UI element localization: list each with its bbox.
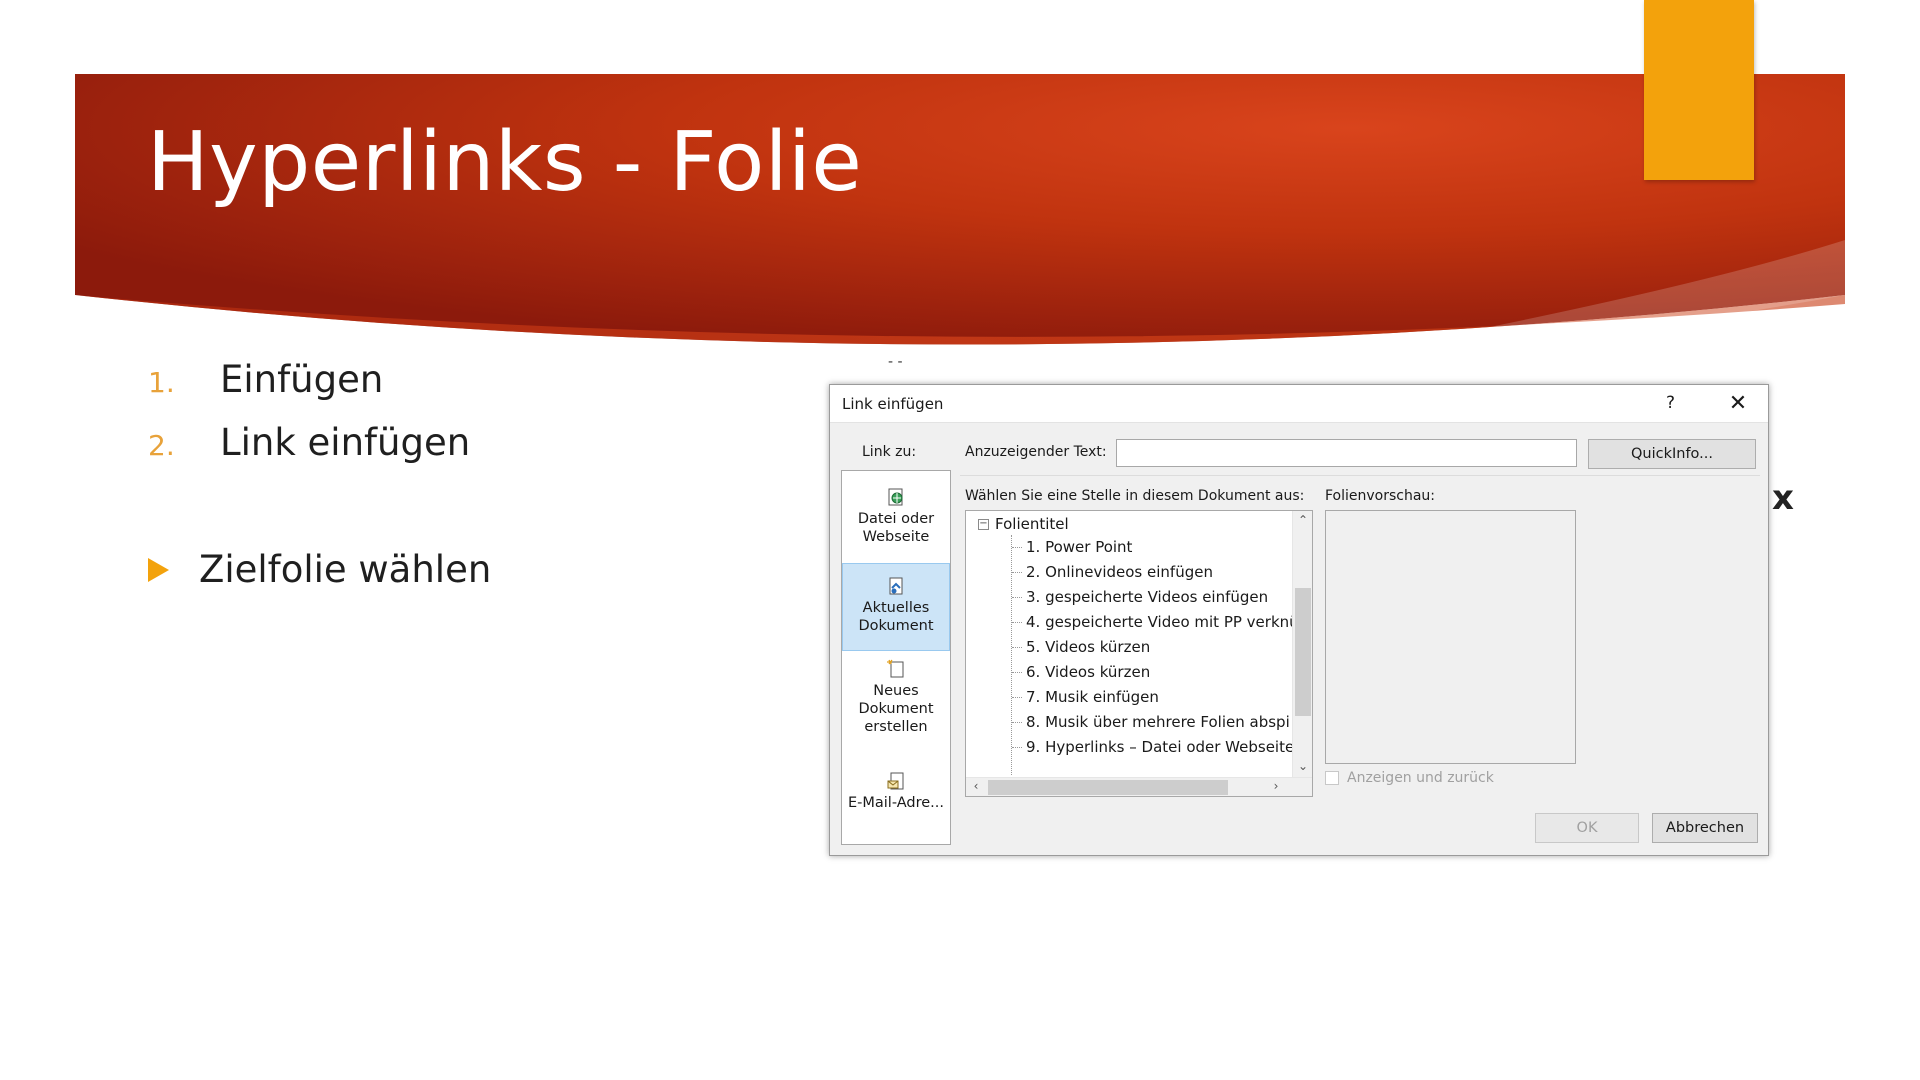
ok-button[interactable]: OK xyxy=(1535,813,1639,843)
current-document-icon xyxy=(889,577,903,595)
tree-item[interactable]: 3. gespeicherte Videos einfügen xyxy=(1012,588,1268,606)
screenshot-edge-mark: x xyxy=(1772,478,1794,518)
link-to-panel: Datei oder Webseite Aktuelles Dokument N… xyxy=(841,470,951,845)
bullet-item: Zielfolie wählen xyxy=(148,548,491,591)
slide-preview-label: Folienvorschau: xyxy=(1325,488,1436,504)
document-place-tree[interactable]: − Folientitel 1. Power Point 2. Onlinevi… xyxy=(965,510,1313,797)
tree-item[interactable]: 2. Onlinevideos einfügen xyxy=(1012,563,1213,581)
close-button[interactable]: ✕ xyxy=(1720,387,1756,421)
quickinfo-button[interactable]: QuickInfo... xyxy=(1588,439,1756,469)
file-web-icon xyxy=(888,488,903,506)
tree-item[interactable]: 9. Hyperlinks – Datei oder Webseite xyxy=(1012,738,1294,756)
tree-root[interactable]: − Folientitel xyxy=(978,515,1069,533)
help-button[interactable]: ? xyxy=(1666,393,1675,413)
horizontal-scrollbar[interactable]: ‹ › xyxy=(966,777,1312,796)
list-item: 2. Link einfügen xyxy=(148,421,470,464)
dialog-titlebar: Link einfügen ? ✕ xyxy=(830,385,1768,423)
scroll-left-icon[interactable]: ‹ xyxy=(966,779,986,793)
screenshot-edge-mark: - - xyxy=(888,354,903,370)
horizontal-scroll-thumb[interactable] xyxy=(988,780,1228,795)
email-icon xyxy=(887,772,904,790)
scroll-right-icon[interactable]: › xyxy=(1266,779,1286,793)
link-to-new-document[interactable]: Neues Dokument erstellen xyxy=(842,657,950,743)
link-to-label-text: Aktuelles Dokument xyxy=(858,600,934,634)
list-item: 1. Einfügen xyxy=(148,358,383,401)
link-to-file-web[interactable]: Datei oder Webseite xyxy=(842,485,950,551)
list-text: Link einfügen xyxy=(220,421,471,464)
bullet-text: Zielfolie wählen xyxy=(199,548,492,591)
bullet-arrow-icon xyxy=(148,557,169,582)
list-text: Einfügen xyxy=(220,358,384,401)
tree-root-label: Folientitel xyxy=(995,515,1069,533)
collapse-icon[interactable]: − xyxy=(978,518,989,530)
checkbox[interactable] xyxy=(1325,771,1339,785)
show-and-return-label: Anzeigen und zurück xyxy=(1347,770,1494,786)
show-and-return-checkbox[interactable]: Anzeigen und zurück xyxy=(1325,770,1494,786)
list-number: 2. xyxy=(148,429,175,462)
slide-stage: Hyperlinks - Folie 1. Einfügen 2. Link e… xyxy=(0,0,1920,1080)
list-number: 1. xyxy=(148,366,175,399)
tree-item[interactable]: 1. Power Point xyxy=(1012,538,1132,556)
tree-item[interactable]: 5. Videos kürzen xyxy=(1012,638,1150,656)
link-to-label-text: Datei oder Webseite xyxy=(857,511,935,545)
dialog-title: Link einfügen xyxy=(842,395,944,413)
tree-item[interactable]: 8. Musik über mehrere Folien abspi xyxy=(1012,713,1290,731)
vertical-scrollbar[interactable]: ⌃ ⌄ xyxy=(1292,511,1312,779)
divider xyxy=(960,475,1760,476)
link-to-label-text: E-Mail-Adre... xyxy=(847,795,945,811)
accent-tab xyxy=(1644,0,1754,180)
insert-link-dialog: Link einfügen ? ✕ Link zu: Datei oder We… xyxy=(829,384,1769,856)
link-to-label: Link zu: xyxy=(862,444,917,460)
new-document-icon xyxy=(887,659,904,678)
tree-item[interactable]: 4. gespeicherte Video mit PP verknü xyxy=(1012,613,1299,631)
vertical-scroll-thumb[interactable] xyxy=(1295,588,1311,716)
tree-item[interactable]: 7. Musik einfügen xyxy=(1012,688,1159,706)
place-in-document-label: Wählen Sie eine Stelle in diesem Dokumen… xyxy=(965,488,1305,504)
slide-title: Hyperlinks - Folie xyxy=(147,115,863,210)
display-text-input[interactable] xyxy=(1116,439,1577,467)
scroll-down-icon[interactable]: ⌄ xyxy=(1293,759,1312,773)
link-to-current-document[interactable]: Aktuelles Dokument xyxy=(842,563,950,651)
scroll-up-icon[interactable]: ⌃ xyxy=(1293,513,1312,527)
slide-preview xyxy=(1325,510,1576,764)
cancel-button[interactable]: Abbrechen xyxy=(1652,813,1758,843)
link-to-label-text: Neues Dokument erstellen xyxy=(858,683,934,735)
display-text-label: Anzuzeigender Text: xyxy=(965,444,1107,460)
link-to-email[interactable]: E-Mail-Adre... xyxy=(842,769,950,819)
tree-item[interactable]: 6. Videos kürzen xyxy=(1012,663,1150,681)
